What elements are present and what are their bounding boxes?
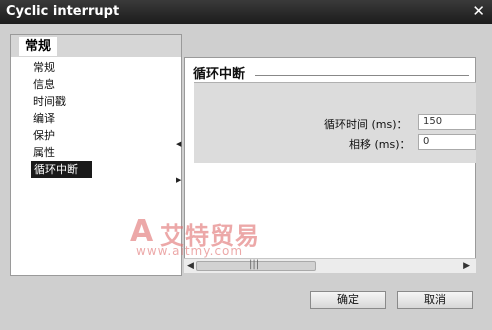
expand-right-icon[interactable]: ▶ [176, 176, 181, 184]
grip-icon: ||| [249, 259, 260, 270]
collapse-left-icon[interactable]: ◀ [176, 140, 181, 148]
cycle-time-input[interactable] [418, 114, 476, 130]
properties-panel: 循环中断 循环时间 (ms)： 相移 (ms)： [184, 57, 476, 273]
cycle-time-label: 循环时间 (ms)： [324, 118, 408, 131]
nav-item-compile[interactable]: 编译 [15, 110, 177, 127]
nav-item-information[interactable]: 信息 [15, 76, 177, 93]
nav-item-protection[interactable]: 保护 [15, 127, 177, 144]
ok-button[interactable]: 确定 [310, 291, 386, 309]
horizontal-scrollbar[interactable]: ◀ ||| ▶ [184, 258, 476, 273]
title-bar: Cyclic interrupt ✕ [0, 0, 492, 24]
nav-item-cyclic-interrupt[interactable]: 循环中断 [31, 161, 92, 178]
dialog-footer: 确定 取消 [0, 284, 492, 330]
nav-item-attributes[interactable]: 属性 [15, 144, 177, 161]
cyclic-settings-group: 循环时间 (ms)： 相移 (ms)： [194, 82, 476, 163]
dialog-window: Cyclic interrupt ✕ 常规 常规 信息 时间戳 编译 保护 属性… [0, 0, 492, 330]
tab-general[interactable]: 常规 [19, 37, 58, 56]
cancel-button[interactable]: 取消 [397, 291, 473, 309]
scroll-thumb[interactable]: ||| [196, 259, 316, 271]
scroll-left-icon[interactable]: ◀ [187, 259, 194, 273]
section-divider [255, 75, 469, 76]
navigation-header: 常规 [11, 35, 181, 57]
phase-shift-input[interactable] [418, 134, 476, 150]
nav-item-general[interactable]: 常规 [15, 59, 177, 76]
navigation-panel: 常规 常规 信息 时间戳 编译 保护 属性 循环中断 [10, 34, 182, 276]
section-title: 循环中断 [193, 67, 246, 82]
navigation-list: 常规 信息 时间戳 编译 保护 属性 循环中断 [15, 59, 177, 178]
nav-item-timestamp[interactable]: 时间戳 [15, 93, 177, 110]
close-icon[interactable]: ✕ [472, 2, 485, 20]
scroll-right-icon[interactable]: ▶ [463, 259, 470, 273]
phase-shift-label: 相移 (ms)： [349, 138, 411, 151]
window-title: Cyclic interrupt [6, 4, 120, 19]
